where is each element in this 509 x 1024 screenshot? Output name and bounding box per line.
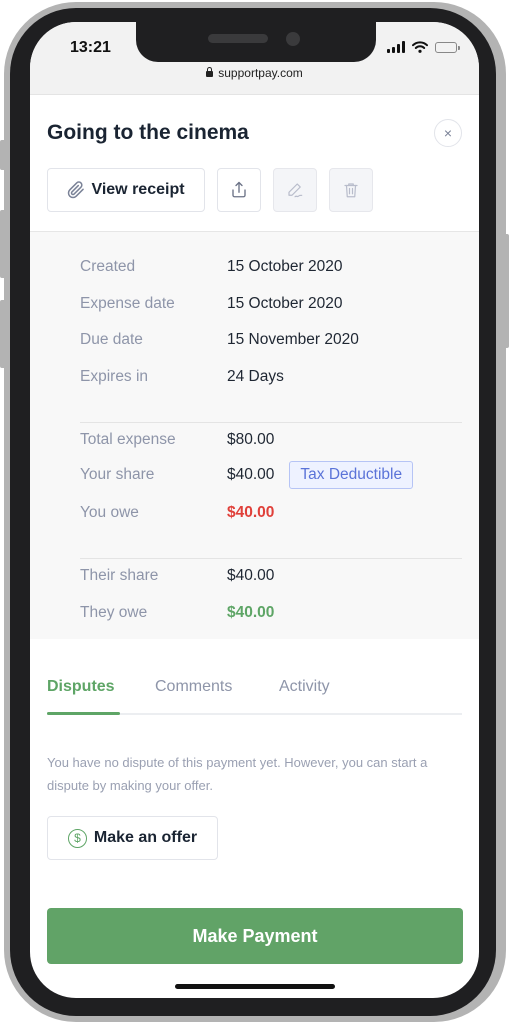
detail-value: $40.00 xyxy=(227,567,275,584)
home-indicator[interactable] xyxy=(175,984,335,989)
no-dispute-message: You have no dispute of this payment yet.… xyxy=(47,755,428,793)
battery-icon xyxy=(435,41,460,53)
expense-details-panel: Created 15 October 2020 Expense date 15 … xyxy=(30,231,479,639)
paperclip-icon xyxy=(68,181,85,199)
address-bar[interactable]: supportpay.com xyxy=(30,66,479,80)
edit-icon xyxy=(288,183,303,198)
view-receipt-button[interactable]: View receipt xyxy=(47,168,205,212)
make-payment-button[interactable]: Make Payment xyxy=(47,908,463,964)
detail-label: Your share xyxy=(80,466,155,483)
tab-comments[interactable]: Comments xyxy=(155,678,232,696)
active-tab-indicator xyxy=(47,712,120,715)
close-button[interactable]: × xyxy=(434,119,462,147)
detail-label: Created xyxy=(80,258,136,275)
share-button[interactable] xyxy=(217,168,261,212)
detail-value: $80.00 xyxy=(227,431,275,448)
signal-icon xyxy=(387,41,405,53)
divider xyxy=(30,94,479,95)
close-icon: × xyxy=(443,125,453,141)
section-divider xyxy=(80,558,462,559)
page-title: Going to the cinema xyxy=(47,121,249,144)
tab-activity[interactable]: Activity xyxy=(279,678,330,696)
detail-label: Expires in xyxy=(80,368,149,385)
detail-row-they-owe: They owe $40.00 xyxy=(80,604,274,622)
detail-label: You owe xyxy=(80,504,139,521)
speaker xyxy=(208,34,268,43)
make-offer-button[interactable]: $ Make an offer xyxy=(47,816,218,860)
detail-label: Due date xyxy=(80,331,143,348)
detail-row-your-share: Your share $40.00 Tax Deductible xyxy=(80,461,414,489)
trash-icon xyxy=(344,183,358,198)
tab-disputes[interactable]: Disputes xyxy=(47,678,115,696)
detail-label: Expense date xyxy=(80,295,175,312)
detail-value: 15 November 2020 xyxy=(227,331,359,348)
they-owe-amount: $40.00 xyxy=(227,604,275,621)
detail-label: They owe xyxy=(80,604,148,621)
notch xyxy=(136,22,376,62)
detail-row-expires-in: Expires in 24 Days xyxy=(80,368,284,386)
detail-value: 15 October 2020 xyxy=(227,295,343,312)
delete-button[interactable] xyxy=(329,168,373,212)
detail-row-total-expense: Total expense $80.00 xyxy=(80,431,274,449)
status-time: 13:21 xyxy=(70,39,111,56)
lock-icon xyxy=(206,67,214,77)
detail-value: 15 October 2020 xyxy=(227,258,343,275)
volume-up-button xyxy=(0,210,6,278)
view-receipt-label: View receipt xyxy=(91,181,185,198)
dollar-circle-icon: $ xyxy=(67,828,87,848)
detail-value: 24 Days xyxy=(227,368,284,385)
you-owe-amount: $40.00 xyxy=(227,504,275,521)
front-camera xyxy=(286,32,300,46)
share-icon xyxy=(232,181,246,198)
detail-value: $40.00 xyxy=(227,466,275,483)
status-icons xyxy=(387,41,460,53)
detail-label: Their share xyxy=(80,567,159,584)
phone-screen: 13:21 supportpay.com Going to the cinema… xyxy=(30,22,479,998)
detail-row-you-owe: You owe $40.00 xyxy=(80,504,274,522)
edit-button[interactable] xyxy=(273,168,317,212)
section-divider xyxy=(80,422,462,423)
detail-row-created: Created 15 October 2020 xyxy=(80,258,342,276)
toolbar: View receipt xyxy=(47,168,373,212)
url-text: supportpay.com xyxy=(218,66,303,80)
wifi-icon xyxy=(412,41,428,53)
detail-row-due-date: Due date 15 November 2020 xyxy=(80,331,359,349)
volume-down-button xyxy=(0,300,6,368)
tab-bar: Disputes Comments Activity xyxy=(47,674,462,715)
detail-row-expense-date: Expense date 15 October 2020 xyxy=(80,295,342,313)
detail-label: Total expense xyxy=(80,431,176,448)
tax-deductible-badge: Tax Deductible xyxy=(289,461,414,489)
mute-switch xyxy=(0,140,6,170)
make-offer-label: Make an offer xyxy=(93,829,198,846)
detail-row-their-share: Their share $40.00 xyxy=(80,567,274,585)
power-button xyxy=(503,234,509,348)
